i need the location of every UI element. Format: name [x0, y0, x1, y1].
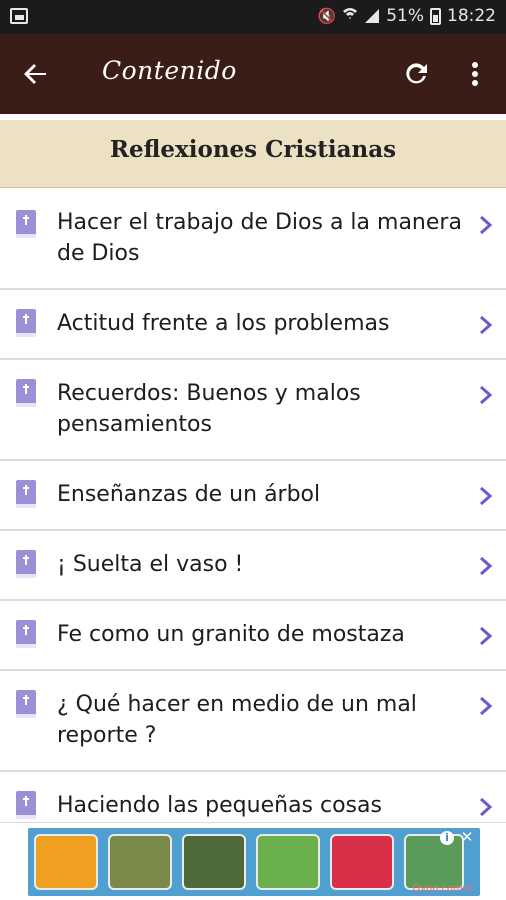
- ad-banner[interactable]: i ✕ Qvoo.com.tr: [0, 822, 506, 900]
- section-header: Reflexiones Cristianas: [0, 120, 506, 188]
- chevron-right-icon: [480, 215, 493, 235]
- chevron-right-icon: [480, 385, 493, 405]
- ad-game-tile-icon[interactable]: [182, 834, 246, 890]
- ad-game-tile-icon[interactable]: [256, 834, 320, 890]
- battery-percent: 51%: [386, 6, 424, 26]
- list-item-label: Actitud frente a los problemas: [57, 311, 390, 336]
- book-icon: [16, 480, 36, 508]
- list-item-label: Haciendo las pequeñas cosas: [57, 793, 382, 818]
- page-title: Contenido: [102, 56, 237, 85]
- refresh-button[interactable]: [399, 56, 435, 92]
- list-item-label: ¿ Qué hacer en medio de un mal reporte ?: [57, 692, 417, 748]
- signal-icon: [364, 8, 380, 24]
- chevron-right-icon: [480, 626, 493, 646]
- list-item[interactable]: Recuerdos: Buenos y malos pensamientos: [0, 360, 506, 461]
- book-icon: [16, 309, 36, 337]
- list-item[interactable]: Actitud frente a los problemas: [0, 290, 506, 360]
- book-icon: [16, 690, 36, 718]
- wifi-icon: [342, 6, 358, 26]
- list-item[interactable]: Fe como un granito de mostaza: [0, 601, 506, 671]
- ad-close-icon[interactable]: ✕: [460, 830, 474, 845]
- book-icon: [16, 620, 36, 648]
- status-icons: 🔇 51% 18:22: [318, 6, 496, 26]
- list-item[interactable]: Enseñanzas de un árbol: [0, 461, 506, 531]
- back-arrow-icon: [24, 64, 46, 84]
- ad-game-tile-icon[interactable]: [330, 834, 394, 890]
- chevron-right-icon: [480, 696, 493, 716]
- clock: 18:22: [447, 6, 496, 26]
- list-item[interactable]: Haciendo las pequeñas cosas: [0, 772, 506, 822]
- book-icon: [16, 550, 36, 578]
- list-item-label: Fe como un granito de mostaza: [57, 622, 405, 647]
- ad-domain-text: Qvoo.com.tr: [412, 883, 474, 894]
- mute-icon: 🔇: [317, 7, 337, 25]
- more-vertical-icon: [472, 62, 478, 86]
- refresh-icon: [406, 63, 427, 84]
- gallery-notification-icon: [10, 8, 28, 24]
- chevron-right-icon: [480, 556, 493, 576]
- book-icon: [16, 210, 36, 238]
- list-item-label: Hacer el trabajo de Dios a la manera de …: [57, 210, 462, 266]
- list-item[interactable]: Hacer el trabajo de Dios a la manera de …: [0, 189, 506, 290]
- battery-icon: [430, 7, 441, 25]
- content-list: Hacer el trabajo de Dios a la manera de …: [0, 189, 506, 822]
- list-item-label: Enseñanzas de un árbol: [57, 482, 321, 507]
- more-options-button[interactable]: [460, 56, 490, 92]
- list-item-label: Recuerdos: Buenos y malos pensamientos: [57, 381, 361, 437]
- book-icon: [16, 379, 36, 407]
- ad-info-icon[interactable]: i: [440, 831, 454, 845]
- ad-game-tile-icon[interactable]: [34, 834, 98, 890]
- list-item[interactable]: ¿ Qué hacer en medio de un mal reporte ?: [0, 671, 506, 772]
- status-bar: 🔇 51% 18:22: [0, 0, 506, 34]
- section-title: Reflexiones Cristianas: [109, 136, 397, 163]
- book-icon: [16, 791, 36, 819]
- ad-game-tile-icon[interactable]: [108, 834, 172, 890]
- list-item[interactable]: ¡ Suelta el vaso !: [0, 531, 506, 601]
- list-item-label: ¡ Suelta el vaso !: [57, 552, 244, 577]
- chevron-right-icon: [480, 486, 493, 506]
- chevron-right-icon: [480, 315, 493, 335]
- back-button[interactable]: [18, 56, 54, 92]
- chevron-right-icon: [480, 797, 493, 817]
- ad-creative[interactable]: i ✕ Qvoo.com.tr: [28, 828, 480, 896]
- ad-game-tile-icon[interactable]: [404, 834, 464, 890]
- app-bar: Contenido: [0, 34, 506, 114]
